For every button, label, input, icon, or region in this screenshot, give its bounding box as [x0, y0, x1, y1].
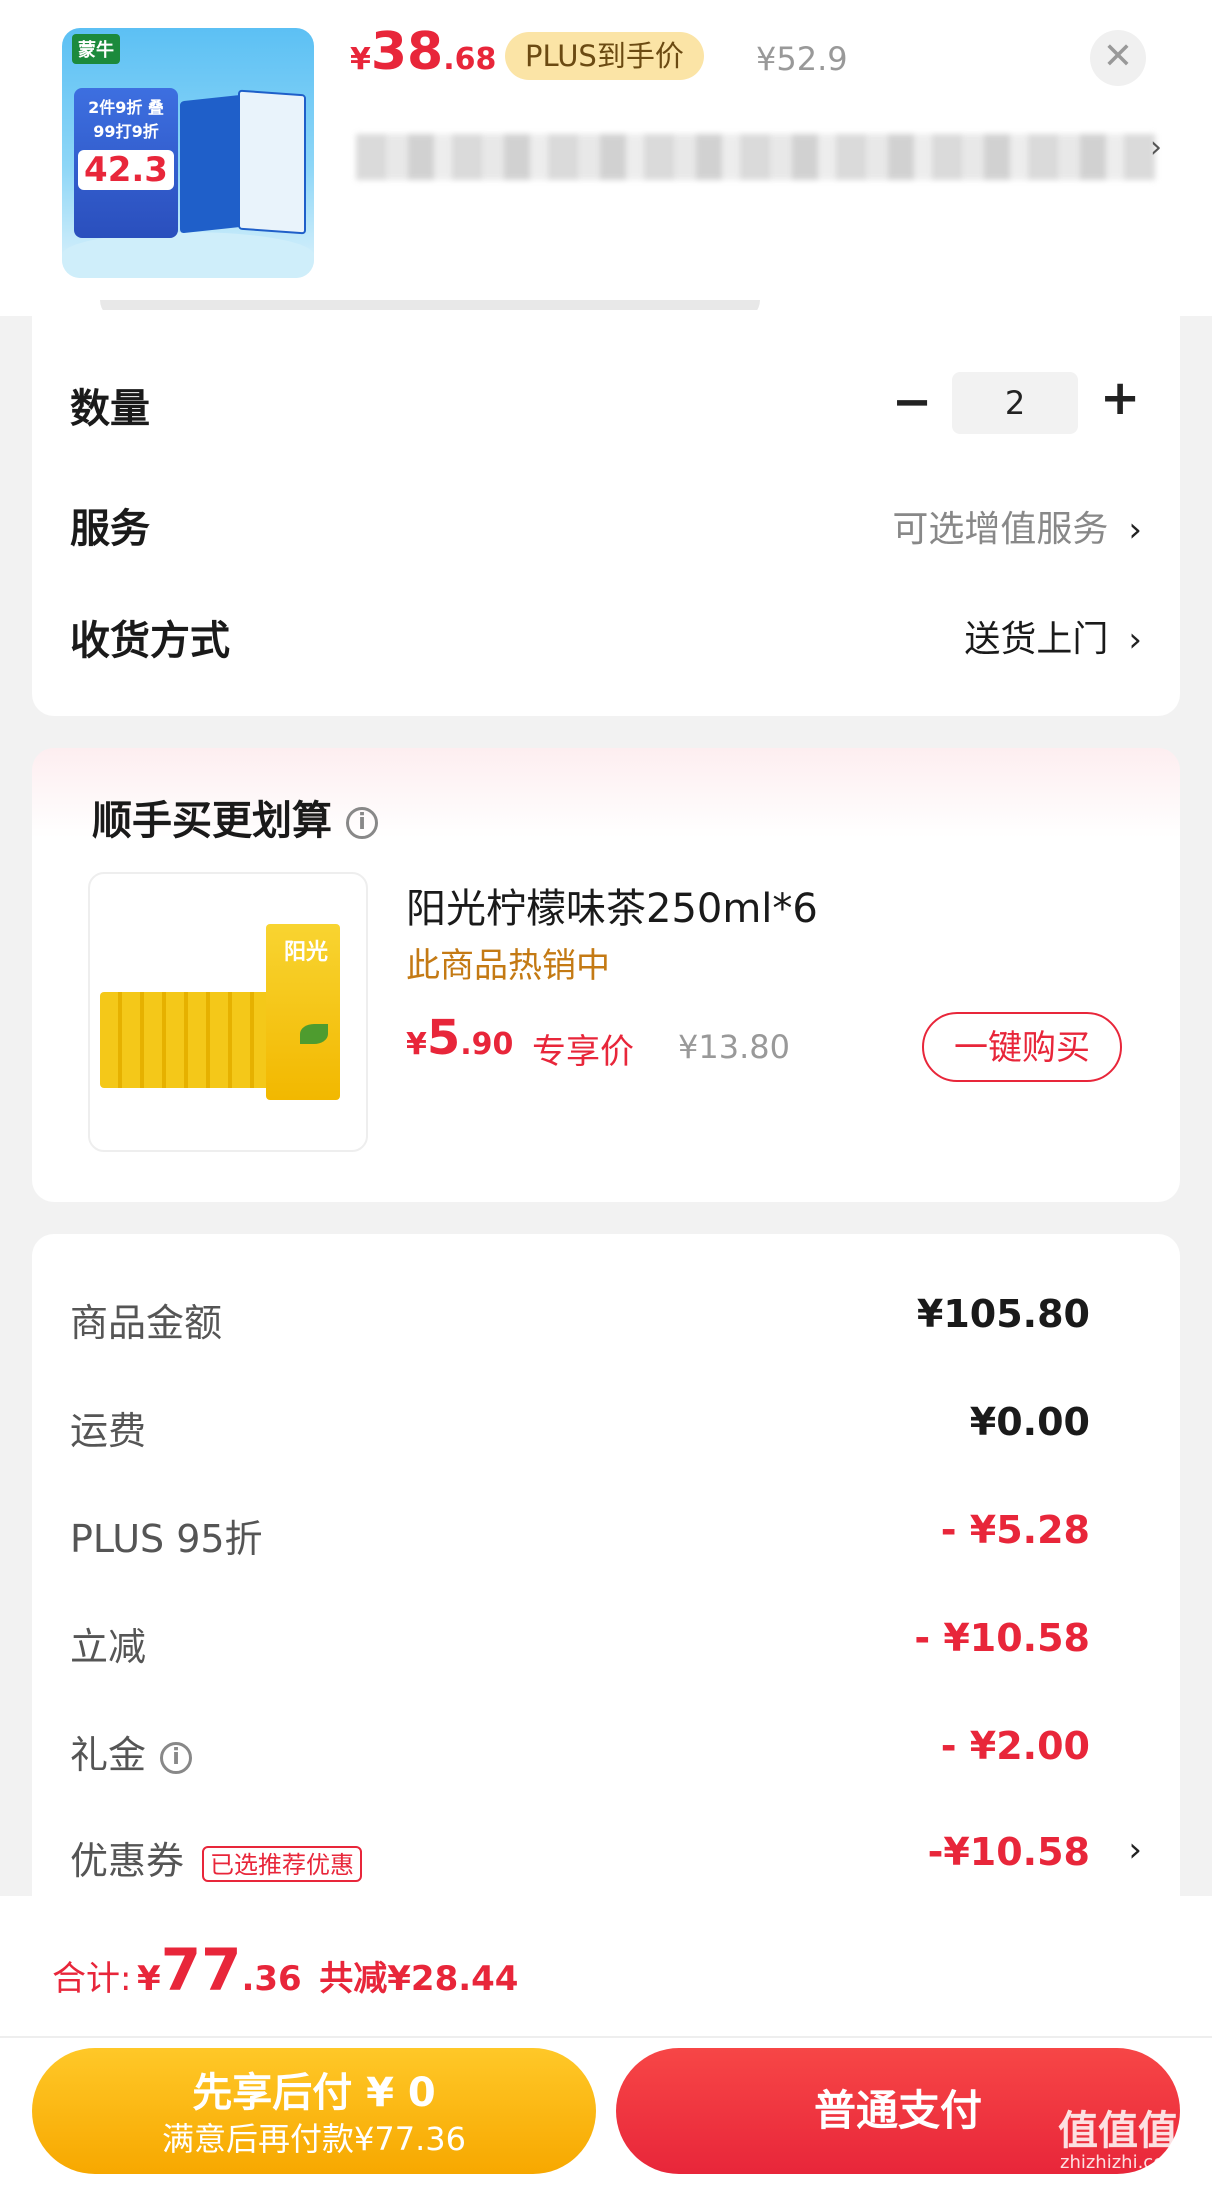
- product-image[interactable]: 阳光: [88, 872, 368, 1152]
- summary-value-subtotal: ¥105.80: [916, 1292, 1090, 1336]
- service-label: 服务: [70, 506, 150, 552]
- total-currency: ¥: [137, 1959, 161, 1999]
- thumbnail-price: 42.3: [78, 150, 174, 190]
- total-integer: 77: [160, 1936, 242, 2004]
- thumbnail-brand: 蒙牛: [72, 34, 120, 64]
- original-price: ¥52.9: [756, 40, 848, 78]
- divider: [0, 2036, 1212, 2038]
- delivery-selector[interactable]: 送货上门 ›: [964, 610, 1142, 662]
- upsell-card: 顺手买更划算 i 阳光 阳光柠檬味茶250ml*6 此商品热销中 ¥5.90 专享…: [32, 748, 1180, 1202]
- order-total: 合计: ¥77.36 共减¥28.44: [52, 1936, 518, 2004]
- thumbnail-promo: 2件9折 叠99打9折 42.3: [74, 88, 178, 238]
- summary-value-plus-discount: - ¥5.28: [940, 1508, 1090, 1552]
- plus-price: ¥38.68: [350, 22, 496, 82]
- pay-later-subtitle: 满意后再付款¥77.36: [162, 2120, 466, 2158]
- summary-label-coupon[interactable]: 优惠券 已选推荐优惠: [70, 1830, 363, 1885]
- thumbnail-box-white: [238, 89, 306, 235]
- pay-later-button[interactable]: 先享后付 ¥ 0 满意后再付款¥77.36: [32, 2048, 596, 2174]
- quantity-input[interactable]: 2: [952, 372, 1078, 434]
- blurred-product-title: [356, 134, 1156, 180]
- total-decimal: .36: [241, 1959, 302, 1999]
- chevron-right-icon: ›: [1128, 620, 1142, 660]
- tea-cases: [100, 992, 270, 1088]
- upsell-title-text: 顺手买更划算: [92, 798, 332, 844]
- upsell-price-currency: ¥: [406, 1027, 427, 1062]
- price-currency: ¥: [350, 42, 371, 77]
- title-chevron-icon[interactable]: ›: [1150, 130, 1162, 165]
- chevron-right-icon: ›: [1128, 510, 1142, 550]
- total-label: 合计:: [52, 1959, 132, 1999]
- one-click-buy-button[interactable]: 一键购买: [922, 1012, 1122, 1082]
- upsell-price-decimal: .90: [460, 1027, 514, 1062]
- thumbnail-box-blue: [180, 94, 244, 234]
- upsell-original-price: ¥13.80: [678, 1028, 790, 1066]
- summary-label-subtotal: 商品金额: [70, 1301, 223, 1345]
- info-icon[interactable]: i: [160, 1741, 193, 1774]
- plus-icon[interactable]: +: [1100, 370, 1140, 426]
- exclusive-price-label: 专享价: [532, 1032, 634, 1072]
- pay-later-title: 先享后付 ¥ 0: [192, 2070, 436, 2116]
- product-header: 蒙牛 2件9折 叠99打9折 42.3 ¥38.68 PLUS到手价 ¥52.9…: [0, 0, 1212, 320]
- plus-price-tag: PLUS到手价: [505, 32, 704, 80]
- thumbnail-deal: 2件9折 叠99打9折: [88, 98, 164, 141]
- delivery-value: 送货上门: [964, 619, 1109, 660]
- upsell-price-integer: 5: [426, 1010, 461, 1066]
- summary-label-gift-money: 礼金 i: [70, 1724, 193, 1779]
- delivery-label: 收货方式: [70, 618, 230, 664]
- watermark-logo: 值值值: [1058, 2108, 1178, 2154]
- checkout-bar: 合计: ¥77.36 共减¥28.44 先享后付 ¥ 0 满意后再付款¥77.3…: [0, 1896, 1212, 2188]
- summary-value-shipping: ¥0.00: [969, 1400, 1090, 1444]
- leaf-icon: [300, 1024, 328, 1044]
- hot-selling-text: 此商品热销中: [406, 946, 610, 986]
- pack-label: 阳光: [284, 940, 329, 965]
- total-saved: 共减¥28.44: [319, 1959, 519, 1999]
- summary-label-shipping: 运费: [70, 1409, 147, 1453]
- summary-value-gift-money: - ¥2.00: [940, 1724, 1090, 1768]
- tea-pack: 阳光: [266, 924, 340, 1100]
- product-thumbnail[interactable]: 蒙牛 2件9折 叠99打9折 42.3: [62, 28, 314, 278]
- service-selector[interactable]: 可选增值服务 ›: [892, 500, 1142, 552]
- summary-label-instant-discount: 立减: [70, 1625, 147, 1669]
- summary-value-instant-discount: - ¥10.58: [914, 1616, 1090, 1660]
- info-icon[interactable]: i: [346, 807, 378, 839]
- upsell-price: ¥5.90: [406, 1010, 513, 1066]
- quantity-label: 数量: [70, 386, 150, 432]
- summary-value-coupon[interactable]: -¥10.58: [928, 1830, 1090, 1874]
- thumbnail-wave: [62, 232, 314, 278]
- upsell-product-name[interactable]: 阳光柠檬味茶250ml*6: [406, 876, 818, 934]
- service-value: 可选增值服务: [892, 509, 1109, 550]
- summary-label-plus-discount: PLUS 95折: [70, 1517, 263, 1561]
- upsell-title: 顺手买更划算 i: [92, 788, 378, 846]
- price-integer: 38: [370, 22, 444, 82]
- watermark-url: zhizhizhi.com: [1060, 2152, 1182, 2173]
- price-decimal: .68: [443, 42, 497, 77]
- chevron-right-icon[interactable]: ›: [1128, 1830, 1142, 1870]
- close-icon[interactable]: ✕: [1090, 30, 1146, 86]
- coupon-text: 优惠券: [70, 1839, 185, 1883]
- price-summary-card: 商品金额 ¥105.80 运费 ¥0.00 PLUS 95折 - ¥5.28 立…: [32, 1234, 1180, 1954]
- order-options-card: 数量 − 2 + 服务 可选增值服务 › 收货方式 送货上门 ›: [32, 310, 1180, 716]
- coupon-recommended-tag: 已选推荐优惠: [202, 1845, 363, 1882]
- minus-icon[interactable]: −: [892, 374, 932, 430]
- gift-money-text: 礼金: [70, 1733, 147, 1777]
